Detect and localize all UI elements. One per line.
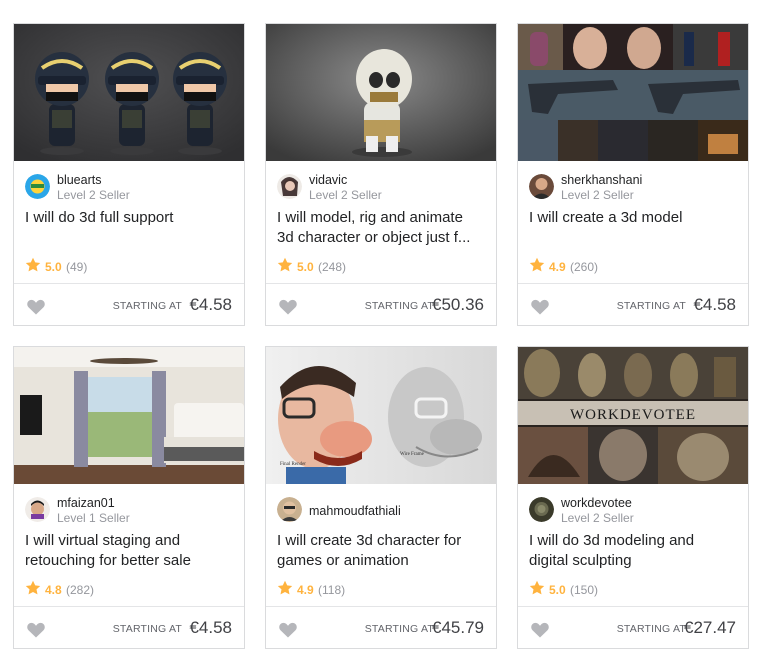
rating-score: 5.0	[297, 260, 314, 274]
star-icon	[25, 580, 41, 595]
gig-title-line: digital sculpting	[529, 552, 632, 569]
heart-icon[interactable]	[531, 622, 549, 638]
gig-title[interactable]: I will do 3d full support	[25, 208, 235, 228]
seller-avatar[interactable]	[277, 497, 302, 522]
starting-at-label: STARTING AT	[616, 300, 686, 312]
gig-title-line: games or animation	[277, 552, 409, 569]
seller-info: mfaizan01 Level 1 Seller	[25, 495, 235, 525]
gig-title-line: I will do 3d modeling and	[529, 532, 695, 549]
rating-score: 4.8	[45, 583, 62, 597]
gig-footer: STARTING AT €45.79	[266, 606, 496, 648]
gig-card[interactable]: vidavic Level 2 Seller I will model, rig…	[265, 23, 497, 326]
rating-count: (118)	[318, 583, 346, 597]
gig-title-line: 3d character or object just f...	[277, 229, 471, 246]
seller-avatar[interactable]	[277, 174, 302, 199]
seller-level: Level 1 Seller	[57, 511, 130, 525]
seller-info: mahmoudfathiali	[277, 495, 487, 525]
gig-footer: STARTING AT €4.58	[14, 606, 244, 648]
seller-avatar[interactable]	[25, 174, 50, 199]
seller-info: vidavic Level 2 Seller	[277, 172, 487, 202]
gig-footer: STARTING AT €50.36	[266, 283, 496, 325]
gig-title-line: I will create a 3d model	[529, 209, 683, 226]
heart-icon[interactable]	[27, 299, 45, 315]
gig-card[interactable]: sherkhanshani Level 2 Seller I will crea…	[517, 23, 749, 326]
star-icon	[529, 257, 545, 272]
gig-thumbnail[interactable]	[14, 24, 244, 161]
star-icon	[277, 580, 293, 595]
seller-level: Level 2 Seller	[561, 188, 634, 202]
seller-level: Level 2 Seller	[561, 511, 634, 525]
seller-level: Level 2 Seller	[309, 188, 382, 202]
rating-count: (248)	[318, 260, 347, 274]
seller-name[interactable]: sherkhanshani	[561, 173, 642, 187]
gig-title-line: I will model, rig and animate	[277, 209, 463, 226]
gig-title[interactable]: I will create a 3d model	[529, 208, 739, 228]
gig-price[interactable]: €50.36	[432, 295, 484, 315]
heart-icon[interactable]	[279, 622, 297, 638]
rating-count: (49)	[66, 260, 88, 274]
gig-title-line: retouching for better sale	[25, 552, 191, 569]
gig-title-line: I will virtual staging and	[25, 532, 181, 549]
starting-at-label: STARTING AT	[112, 300, 182, 312]
rating-score: 5.0	[549, 583, 566, 597]
thumbnail-caption: Wire Frame	[400, 452, 425, 457]
gig-footer: STARTING AT €4.58	[14, 283, 244, 325]
rating-count: (282)	[66, 583, 95, 597]
seller-avatar[interactable]	[25, 497, 50, 522]
seller-avatar[interactable]	[529, 497, 554, 522]
gig-thumbnail[interactable]	[518, 24, 748, 161]
thumbnail-caption: Final Render	[280, 462, 306, 467]
heart-icon[interactable]	[531, 299, 549, 315]
gig-title-line: I will do 3d full support	[25, 209, 174, 226]
gig-card[interactable]: mfaizan01 Level 1 Seller I will virtual …	[13, 346, 245, 649]
gig-card[interactable]: Final Render Wire Frame mahmoudfathiali …	[265, 346, 497, 649]
rating-score: 4.9	[297, 583, 314, 597]
rating-count: (260)	[570, 260, 599, 274]
seller-name[interactable]: mahmoudfathiali	[309, 504, 401, 518]
rating-score: 5.0	[45, 260, 62, 274]
gig-footer: STARTING AT €27.47	[518, 606, 748, 648]
gig-title[interactable]: I will virtual staging and retouching fo…	[25, 531, 235, 571]
starting-at-label: STARTING AT	[616, 623, 686, 635]
star-icon	[277, 257, 293, 272]
gig-price[interactable]: €45.79	[432, 618, 484, 638]
seller-info: sherkhanshani Level 2 Seller	[529, 172, 739, 202]
gig-card[interactable]: bluearts Level 2 Seller I will do 3d ful…	[13, 23, 245, 326]
rating-count: (150)	[570, 583, 599, 597]
seller-avatar[interactable]	[529, 174, 554, 199]
gig-footer: STARTING AT €4.58	[518, 283, 748, 325]
gig-price[interactable]: €27.47	[684, 618, 736, 638]
thumbnail-banner: WORKDEVOTEE	[570, 407, 696, 423]
gig-card[interactable]: WORKDEVOTEE workdevotee Level 2 Seller I…	[517, 346, 749, 649]
rating-score: 4.9	[549, 260, 566, 274]
seller-name[interactable]: workdevotee	[561, 496, 632, 510]
star-icon	[529, 580, 545, 595]
gig-price[interactable]: €4.58	[189, 295, 232, 315]
starting-at-label: STARTING AT	[364, 623, 434, 635]
gig-price[interactable]: €4.58	[189, 618, 232, 638]
seller-name[interactable]: bluearts	[57, 173, 101, 187]
seller-info: workdevotee Level 2 Seller	[529, 495, 739, 525]
gig-price[interactable]: €4.58	[693, 295, 736, 315]
seller-name[interactable]: mfaizan01	[57, 496, 115, 510]
heart-icon[interactable]	[27, 622, 45, 638]
starting-at-label: STARTING AT	[112, 623, 182, 635]
seller-name[interactable]: vidavic	[309, 173, 347, 187]
starting-at-label: STARTING AT	[364, 300, 434, 312]
gig-thumbnail[interactable]	[266, 24, 496, 161]
seller-info: bluearts Level 2 Seller	[25, 172, 235, 202]
heart-icon[interactable]	[279, 299, 297, 315]
seller-level: Level 2 Seller	[57, 188, 130, 202]
star-icon	[25, 257, 41, 272]
gig-thumbnail[interactable]	[14, 347, 244, 484]
gig-title[interactable]: I will model, rig and animate 3d charact…	[277, 208, 487, 248]
gig-thumbnail[interactable]: WORKDEVOTEE	[518, 347, 748, 484]
gig-thumbnail[interactable]: Final Render Wire Frame	[266, 347, 496, 484]
gig-title[interactable]: I will create 3d character for games or …	[277, 531, 487, 571]
gig-title-line: I will create 3d character for	[277, 532, 462, 549]
gig-title[interactable]: I will do 3d modeling and digital sculpt…	[529, 531, 739, 571]
